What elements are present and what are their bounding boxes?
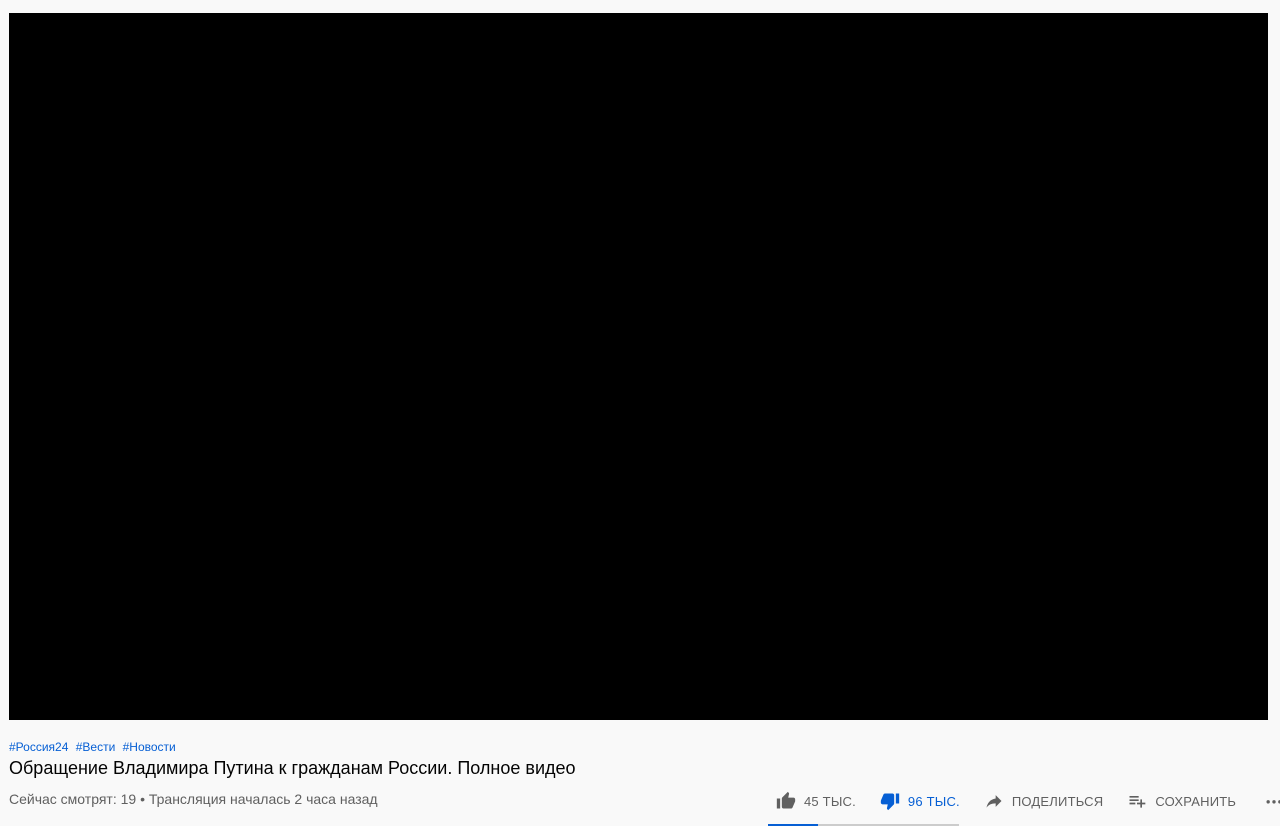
video-meta: Сейчас смотрят: 19 • Трансляция началась… [9, 791, 378, 807]
dislike-button[interactable]: 96 ТЫС. [878, 789, 960, 813]
share-button[interactable]: ПОДЕЛИТЬСЯ [982, 789, 1103, 813]
save-label: СОХРАНИТЬ [1155, 793, 1237, 809]
video-page: #Россия24 #Вести #Новости Обращение Влад… [0, 0, 1280, 826]
like-count: 45 ТЫС. [804, 793, 856, 809]
hashtag-link[interactable]: #Новости [123, 740, 176, 754]
hashtag-link[interactable]: #Россия24 [9, 740, 68, 754]
save-button[interactable]: СОХРАНИТЬ [1125, 789, 1236, 813]
share-icon [982, 789, 1006, 813]
thumb-up-icon [774, 789, 798, 813]
video-player[interactable] [9, 13, 1268, 720]
share-label: ПОДЕЛИТЬСЯ [1011, 793, 1104, 809]
like-button[interactable]: 45 ТЫС. [774, 789, 856, 813]
video-title: Обращение Владимира Путина к гражданам Р… [9, 758, 576, 778]
thumb-down-icon [878, 789, 902, 813]
dislike-count: 96 ТЫС. [907, 793, 960, 809]
more-actions-button[interactable] [1262, 789, 1280, 813]
hashtag-link[interactable]: #Вести [76, 740, 116, 754]
playlist-add-icon [1125, 789, 1149, 813]
action-bar: 45 ТЫС. 96 ТЫС. ПОДЕЛИТЬСЯ СОХРАНИТЬ [768, 784, 1280, 818]
more-horizontal-icon [1262, 789, 1280, 813]
hashtags: #Россия24 #Вести #Новости [9, 740, 180, 754]
